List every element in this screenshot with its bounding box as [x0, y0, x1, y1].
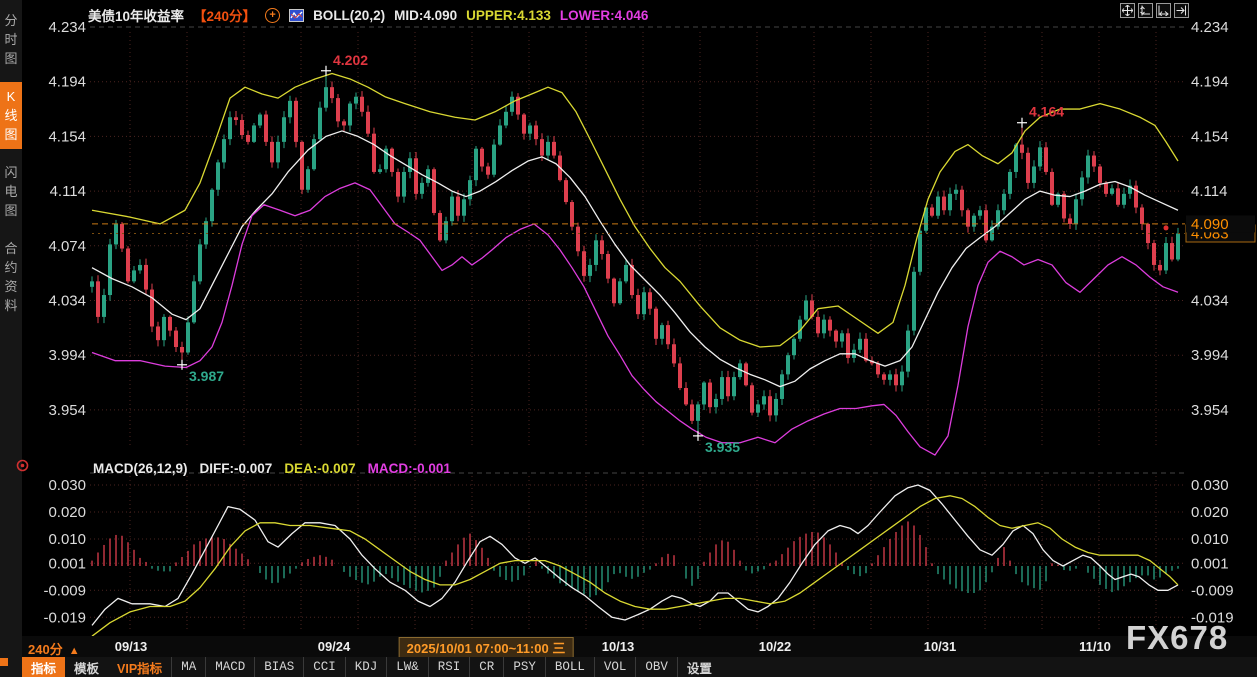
svg-text:4.114: 4.114	[1191, 183, 1227, 200]
corner-indicator	[0, 658, 8, 666]
svg-text:3.954: 3.954	[1191, 402, 1229, 419]
sidebar-tab-1[interactable]: 分时图	[0, 6, 22, 73]
macd-header: MACD(26,12,9) DIFF:-0.007 DEA:-0.007 MAC…	[93, 461, 451, 476]
macd-diff-line	[92, 485, 1178, 625]
chart-canvas[interactable]: 4.234 4.194 4.154 4.114 4.074 4.034 3.994 3.954…	[0, 0, 1257, 677]
svg-text:0.030: 0.030	[48, 477, 86, 494]
boll-upper-line	[92, 73, 1178, 347]
svg-text:4.154: 4.154	[48, 128, 86, 145]
toolbar-item-设置[interactable]: 设置	[677, 657, 721, 677]
svg-text:0.020: 0.020	[48, 504, 86, 521]
toolbar-item-VOL[interactable]: VOL	[594, 657, 636, 677]
svg-text:3.954: 3.954	[48, 402, 86, 419]
toolbar-item-VIP指标[interactable]: VIP指标	[108, 657, 171, 677]
sidebar-tab-2[interactable]: K线图	[0, 82, 22, 149]
svg-text:4.154: 4.154	[1191, 128, 1229, 145]
indicator-toolbar: 指标模板VIP指标MAMACDBIASCCIKDJLW&RSICRPSYBOLL…	[22, 657, 1257, 677]
chart-header: 美债10年收益率 【240分】 + BOLL(20,2) MID:4.090 U…	[88, 5, 648, 25]
circle-plus-icon[interactable]: +	[265, 8, 280, 23]
grid-layer	[90, 27, 1185, 632]
svg-text:-0.009: -0.009	[1191, 582, 1234, 599]
marker-layer: 4.202 3.987 4.164 3.935	[177, 52, 1064, 455]
toolbar-item-BIAS[interactable]: BIAS	[254, 657, 303, 677]
toolbar-item-MA[interactable]: MA	[171, 657, 205, 677]
scale-reset-icon[interactable]	[1174, 3, 1189, 18]
svg-text:0.010: 0.010	[1191, 531, 1229, 548]
trading-app: 4.234 4.194 4.154 4.114 4.074 4.034 3.994 3.954…	[0, 0, 1257, 677]
scale-y-axis-icon[interactable]	[1138, 3, 1153, 18]
toolbar-item-指标[interactable]: 指标	[22, 657, 65, 677]
triangle-up-icon: ▲	[69, 645, 80, 657]
macd-params-label: MACD(26,12,9)	[93, 461, 188, 476]
svg-text:4.034: 4.034	[48, 293, 86, 310]
svg-text:0.020: 0.020	[1191, 504, 1229, 521]
sidebar-tab-3[interactable]: 闪电图	[0, 158, 22, 225]
date-label: 11/10	[1079, 639, 1111, 654]
svg-text:-0.009: -0.009	[43, 582, 86, 599]
period-selector[interactable]: 240分▲	[28, 639, 80, 658]
chart-type-icon[interactable]	[289, 9, 304, 22]
toolbar-item-CR[interactable]: CR	[469, 657, 503, 677]
svg-text:4.074: 4.074	[48, 238, 86, 255]
sidebar-tab-4[interactable]: 合约资料	[0, 234, 22, 320]
svg-text:4.114: 4.114	[50, 183, 86, 200]
macd-dea-line	[92, 496, 1178, 636]
macd-histogram	[92, 521, 1178, 597]
candles-layer	[90, 71, 1180, 436]
macd-diff-value: DIFF:-0.007	[200, 461, 273, 476]
time-axis[interactable]: 240分▲ 09/13 09/24 2025/10/01 07:00~11:00 三…	[22, 636, 1257, 657]
macd-panel-icon[interactable]	[16, 459, 29, 477]
instrument-title: 美债10年收益率	[88, 5, 184, 25]
price-lines-layer: 4.0834.090	[92, 215, 1255, 242]
macd-dea-value: DEA:-0.007	[284, 461, 355, 476]
toolbar-item-CCI[interactable]: CCI	[303, 657, 345, 677]
watermark: FX678	[1126, 619, 1228, 657]
toolbar-item-KDJ[interactable]: KDJ	[345, 657, 387, 677]
pan-icon[interactable]	[1120, 3, 1135, 18]
extreme-price-label: 3.987	[189, 368, 224, 384]
svg-text:0.030: 0.030	[1191, 477, 1229, 494]
date-label: 10/13	[602, 639, 635, 654]
period-tag[interactable]: 【240分】	[193, 5, 256, 25]
svg-text:0.001: 0.001	[1191, 555, 1229, 572]
extreme-price-label: 4.164	[1029, 104, 1064, 120]
boll-upper-value: UPPER:4.133	[466, 8, 551, 23]
svg-text:4.234: 4.234	[1191, 19, 1229, 36]
extreme-price-label: 3.935	[705, 439, 740, 455]
toolbar-item-OBV[interactable]: OBV	[635, 657, 677, 677]
boll-mid-value: MID:4.090	[394, 8, 457, 23]
chart-tools	[1120, 3, 1189, 18]
toolbar-item-MACD[interactable]: MACD	[205, 657, 254, 677]
svg-text:4.034: 4.034	[1191, 293, 1229, 310]
svg-text:4.234: 4.234	[48, 19, 86, 36]
svg-text:4.194: 4.194	[48, 74, 86, 91]
date-label: 10/31	[924, 639, 957, 654]
toolbar-item-PSY[interactable]: PSY	[503, 657, 545, 677]
price-tag: 4.090	[1191, 216, 1229, 233]
boll-lower-value: LOWER:4.046	[560, 8, 649, 23]
svg-text:4.194: 4.194	[1191, 74, 1229, 91]
extreme-price-label: 4.202	[333, 52, 368, 68]
toolbar-item-RSI[interactable]: RSI	[428, 657, 470, 677]
date-label: 09/13	[115, 639, 148, 654]
date-label: 09/24	[318, 639, 351, 654]
sidebar: 分时图 K线图闪电图合约资料	[0, 0, 22, 677]
svg-text:0.010: 0.010	[48, 531, 86, 548]
svg-text:3.994: 3.994	[1191, 347, 1229, 364]
svg-text:-0.019: -0.019	[43, 609, 86, 626]
selected-bar-date-label: 2025/10/01 07:00~11:00 三	[399, 637, 574, 658]
date-label: 10/22	[759, 639, 792, 654]
toolbar-item-BOLL[interactable]: BOLL	[545, 657, 594, 677]
svg-text:0.001: 0.001	[48, 555, 86, 572]
last-price-dot	[1164, 225, 1169, 230]
scale-x-axis-icon[interactable]	[1156, 3, 1171, 18]
boll-label: BOLL(20,2)	[313, 8, 385, 23]
toolbar-item-LW&[interactable]: LW&	[386, 657, 428, 677]
macd-macd-value: MACD:-0.001	[368, 461, 451, 476]
toolbar-item-模板[interactable]: 模板	[65, 657, 108, 677]
svg-text:3.994: 3.994	[48, 347, 86, 364]
